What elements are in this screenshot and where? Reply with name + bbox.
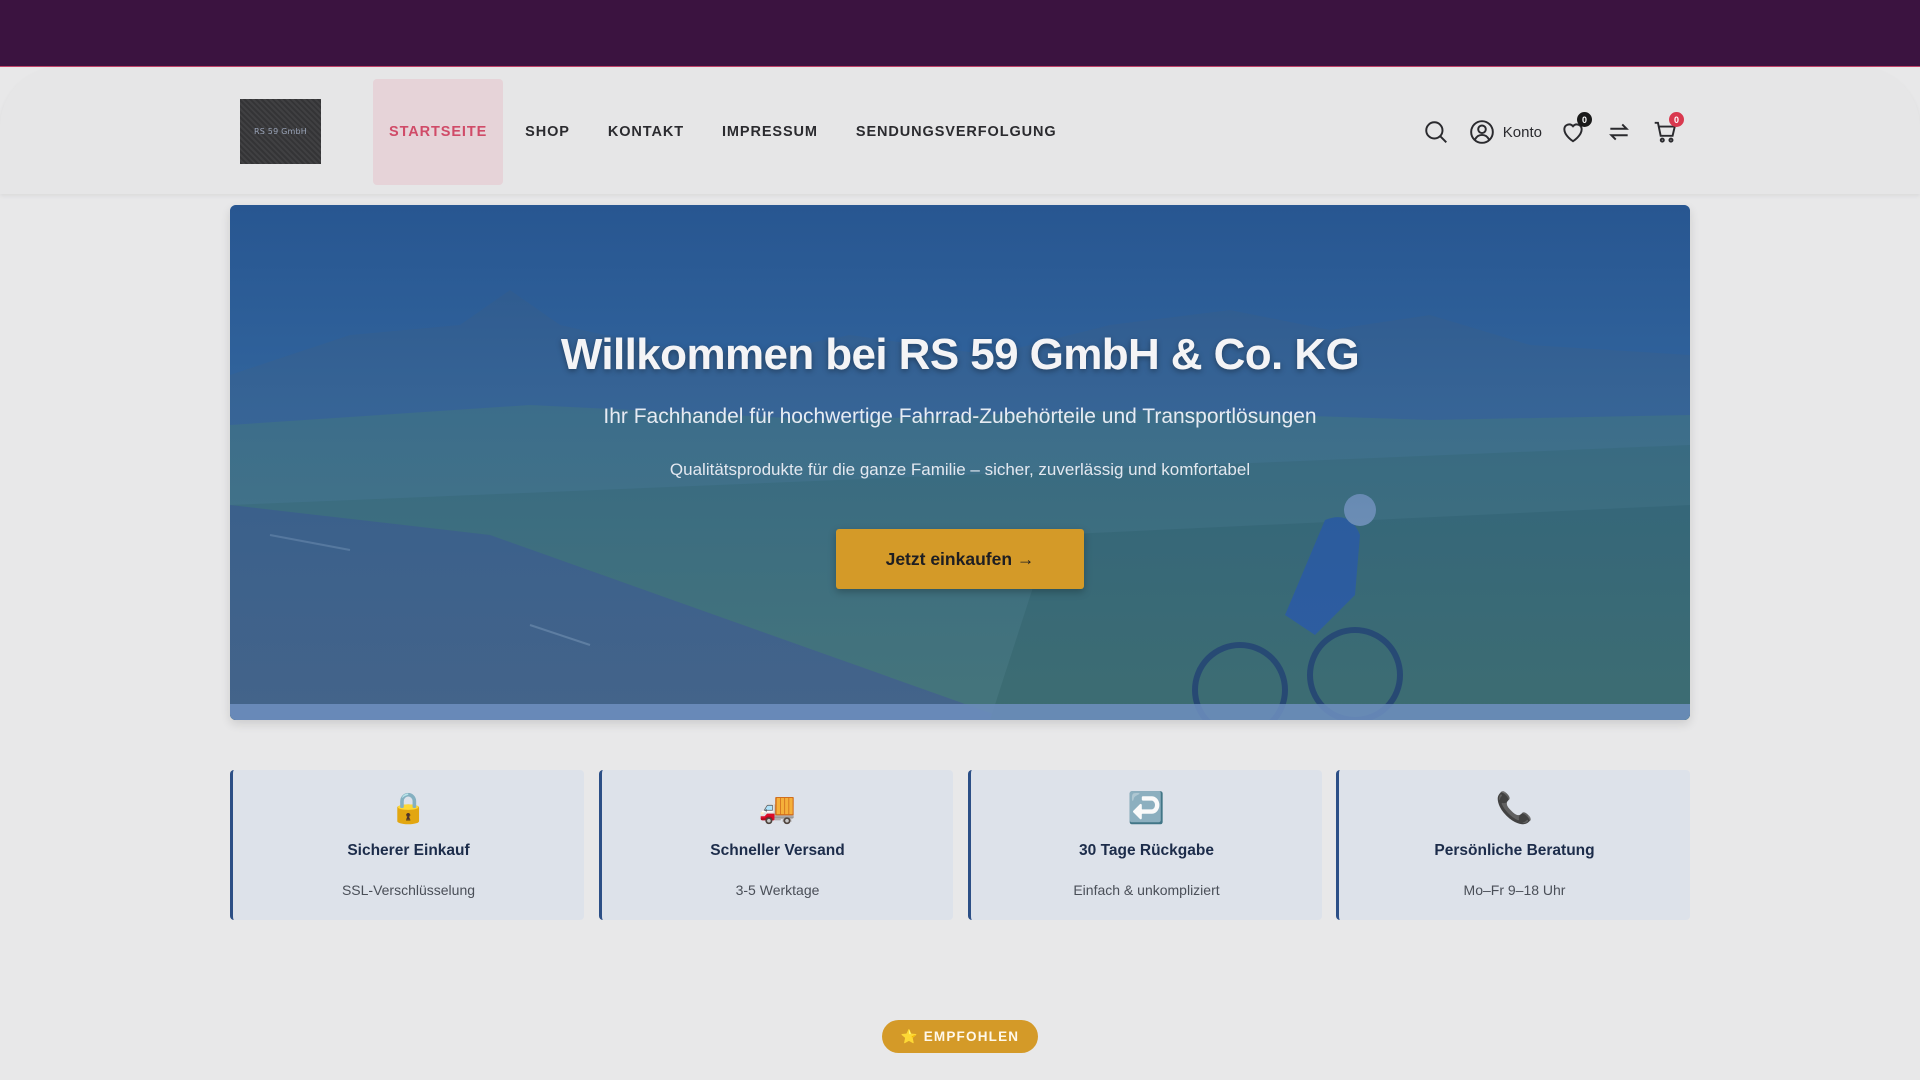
- account-label: Konto: [1502, 123, 1542, 141]
- top-bar: [0, 0, 1920, 67]
- nav-item-kontakt[interactable]: KONTAKT: [592, 79, 700, 185]
- feature-card-secure: 🔒 Sicherer Einkauf SSL-Verschlüsselung: [230, 770, 584, 920]
- nav-item-startseite[interactable]: STARTSEITE: [373, 79, 504, 185]
- phone-icon: 📞: [1495, 792, 1534, 825]
- feature-card-shipping: 🚚 Schneller Versand 3-5 Werktage: [599, 770, 953, 920]
- feature-card-returns: ↩️ 30 Tage Rückgabe Einfach & unkomplizi…: [968, 770, 1322, 920]
- hero-subtitle: Ihr Fachhandel für hochwertige Fahrrad-Z…: [603, 405, 1317, 428]
- hero-tagline: Qualitätsprodukte für die ganze Familie …: [669, 460, 1251, 479]
- feature-subtitle: Einfach & unkompliziert: [1073, 882, 1220, 898]
- feature-title: Sicherer Einkauf: [347, 842, 470, 859]
- wishlist-count-badge: 0: [1577, 112, 1592, 127]
- compare-icon[interactable]: [1604, 117, 1634, 147]
- header-actions: Konto 0 0: [1421, 112, 1684, 147]
- feature-subtitle: SSL-Verschlüsselung: [341, 882, 476, 898]
- main-nav: STARTSEITE SHOP KONTAKT IMPRESSUM SENDUN…: [373, 79, 1073, 185]
- cart-count-badge: 0: [1669, 112, 1684, 127]
- feature-title: Schneller Versand: [710, 842, 845, 859]
- truck-icon: 🚚: [758, 792, 797, 825]
- hero-title: Willkommen bei RS 59 GmbH & Co. KG: [560, 330, 1360, 379]
- hero-banner: Willkommen bei RS 59 GmbH & Co. KG Ihr F…: [230, 205, 1690, 720]
- cart-icon[interactable]: 0: [1650, 112, 1684, 147]
- nav-item-impressum[interactable]: IMPRESSUM: [706, 79, 834, 185]
- user-icon: [1467, 117, 1497, 147]
- account-link[interactable]: Konto: [1467, 117, 1542, 147]
- site-header: RS 59 GmbH STARTSEITE SHOP KONTAKT IMPRE…: [0, 67, 1920, 194]
- nav-item-shop[interactable]: SHOP: [509, 79, 586, 185]
- feature-title: Persönliche Beratung: [1434, 842, 1595, 859]
- recommended-badge: ⭐ EMPFOHLEN: [882, 1020, 1038, 1053]
- nav-item-sendungsverfolgung[interactable]: SENDUNGSVERFOLGUNG: [840, 79, 1073, 185]
- heart-icon[interactable]: 0: [1558, 112, 1592, 147]
- shop-now-button[interactable]: Jetzt einkaufen →: [836, 529, 1084, 589]
- logo-text: RS 59 GmbH: [254, 127, 307, 136]
- return-icon: ↩️: [1127, 792, 1166, 825]
- lock-icon: 🔒: [389, 792, 428, 825]
- feature-subtitle: 3-5 Werktage: [735, 882, 820, 898]
- search-icon[interactable]: [1421, 117, 1451, 147]
- feature-title: 30 Tage Rückgabe: [1079, 842, 1214, 859]
- site-logo[interactable]: RS 59 GmbH: [240, 99, 321, 164]
- feature-subtitle: Mo–Fr 9–18 Uhr: [1463, 882, 1566, 898]
- feature-card-consulting: 📞 Persönliche Beratung Mo–Fr 9–18 Uhr: [1336, 770, 1690, 920]
